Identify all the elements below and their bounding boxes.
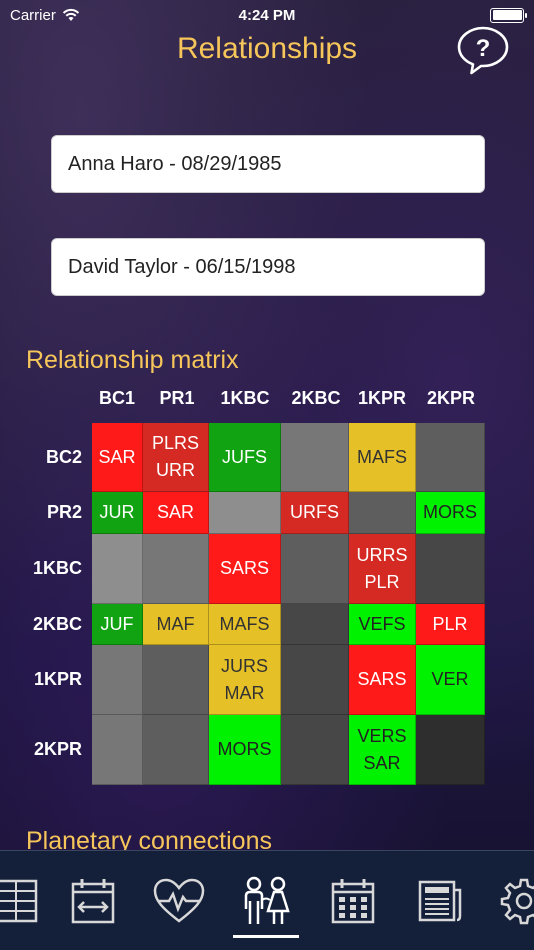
matrix-row-header: 1KBC <box>32 558 82 578</box>
couple-icon <box>244 876 290 924</box>
matrix-cell[interactable]: PLR <box>416 604 485 645</box>
matrix-cell-label: URRS <box>356 544 408 565</box>
matrix-cell[interactable] <box>143 715 209 785</box>
matrix-cell[interactable]: JUFS <box>209 423 281 492</box>
matrix-cell[interactable] <box>209 492 281 534</box>
matrix-cell-label: SARS <box>219 558 270 578</box>
tab-calendar[interactable] <box>325 873 381 929</box>
matrix-cell-label: URFS <box>290 502 339 522</box>
matrix-cell[interactable] <box>281 604 349 645</box>
matrix-row-header: 2KBC <box>32 613 82 634</box>
matrix-cell[interactable] <box>281 715 349 785</box>
matrix-cell-label: SAR <box>363 752 401 773</box>
matrix-cell[interactable]: MAFS <box>209 604 281 645</box>
matrix-col-header: 2KPR <box>426 388 475 408</box>
matrix-col-header: PR1 <box>159 388 195 408</box>
matrix-cell[interactable]: SAR <box>143 492 209 534</box>
matrix-cell[interactable]: JUR <box>92 492 143 534</box>
tab-calendar-range[interactable] <box>65 873 121 929</box>
matrix-cell[interactable]: URFS <box>281 492 349 534</box>
matrix-cell[interactable] <box>281 423 349 492</box>
matrix-row-header: BC2 <box>45 446 82 467</box>
matrix-cell-label: URR <box>156 460 195 480</box>
matrix-cell[interactable] <box>416 423 485 492</box>
matrix-cell[interactable]: JURS MAR <box>209 645 281 715</box>
matrix-cell-label: VER <box>431 669 469 689</box>
matrix-cell-label: SAR <box>98 446 136 467</box>
matrix-cell-label: MAR <box>224 682 265 703</box>
matrix-col-header: 1KPR <box>357 388 406 408</box>
matrix-cell[interactable] <box>92 645 143 715</box>
matrix-cell[interactable]: MORS <box>416 492 485 534</box>
matrix-cell[interactable]: SAR <box>92 423 143 492</box>
wifi-icon <box>62 8 79 21</box>
heartbeat-icon <box>153 878 205 923</box>
matrix-cell[interactable] <box>143 645 209 715</box>
matrix-cell-label: JUF <box>100 613 134 634</box>
matrix-cell-label: JUFS <box>222 446 267 467</box>
person2-field[interactable]: David Taylor - 06/15/1998 <box>51 238 485 296</box>
matrix-cell[interactable]: VER <box>416 645 485 715</box>
matrix-row-header: 1KPR <box>33 669 82 689</box>
calendar-grid-icon <box>331 879 375 924</box>
tab-table[interactable] <box>0 873 44 929</box>
matrix-cell[interactable] <box>143 534 209 604</box>
matrix-cell-label: MAFS <box>219 613 270 634</box>
matrix-cell[interactable]: MAFS <box>349 423 416 492</box>
matrix-cell-label: MORS <box>423 502 477 522</box>
tab-relationships[interactable] <box>238 873 294 929</box>
gear-icon <box>500 878 534 925</box>
matrix-cell[interactable]: URRS PLR <box>349 534 416 604</box>
matrix-cell[interactable]: MORS <box>209 715 281 785</box>
matrix-cell[interactable]: SARS <box>209 534 281 604</box>
svg-text:?: ? <box>476 35 491 62</box>
matrix-cell[interactable] <box>416 534 485 604</box>
matrix-cell[interactable]: PLRS URR <box>143 423 209 492</box>
selected-tab-indicator <box>233 935 299 938</box>
tab-settings[interactable] <box>496 873 534 929</box>
matrix-cell-label: PLRS <box>151 433 200 453</box>
status-bar: Carrier 4:24 PM <box>0 0 534 30</box>
matrix-title: Relationship matrix <box>26 346 239 374</box>
matrix-col-header: 2KBC <box>291 388 341 408</box>
matrix-cell[interactable]: VEFS <box>349 604 416 645</box>
matrix-cell[interactable]: MAF <box>143 604 209 645</box>
matrix-cell[interactable] <box>281 645 349 715</box>
tab-bar <box>0 850 534 950</box>
matrix-row-header: 2KPR <box>33 739 82 759</box>
matrix-cell-label: SARS <box>357 669 407 689</box>
help-button[interactable]: ? <box>456 25 510 77</box>
matrix-cell[interactable] <box>92 534 143 604</box>
matrix-cell[interactable]: VERS SAR <box>349 715 416 785</box>
matrix-col-header: 1KBC <box>220 388 270 408</box>
carrier-label: Carrier <box>10 6 56 24</box>
matrix-cell-label: VEFS <box>358 613 406 634</box>
table-icon <box>0 879 38 923</box>
matrix-row-header: PR2 <box>46 502 82 522</box>
matrix-cell-label: VERS <box>357 725 407 746</box>
question-bubble-icon: ? <box>457 26 509 75</box>
calendar-range-icon <box>71 879 115 924</box>
matrix-cell[interactable]: JUF <box>92 604 143 645</box>
matrix-cell[interactable] <box>416 715 485 785</box>
matrix-cell[interactable] <box>92 715 143 785</box>
matrix-cell-label: MAFS <box>356 446 407 467</box>
matrix-cell[interactable] <box>281 534 349 604</box>
matrix-cell-label: SAR <box>156 502 194 522</box>
matrix-cell-label: PLR <box>432 613 468 634</box>
matrix-cell-label: MORS <box>217 739 272 759</box>
matrix-cell[interactable] <box>349 492 416 534</box>
matrix-cell-label: MAF <box>156 613 195 634</box>
person1-field[interactable]: Anna Haro - 08/29/1985 <box>51 135 485 193</box>
status-time: 4:24 PM <box>238 6 296 24</box>
tab-health[interactable] <box>151 873 207 929</box>
matrix-cell[interactable]: SARS <box>349 645 416 715</box>
battery-icon <box>490 7 527 23</box>
newspaper-icon <box>418 880 462 922</box>
matrix-cell-label: JURS <box>220 655 268 676</box>
tab-news[interactable] <box>411 873 467 929</box>
page-title: Relationships <box>176 32 358 65</box>
matrix-cell-label: PLR <box>364 571 400 592</box>
matrix-cell-label: JUR <box>99 502 135 522</box>
